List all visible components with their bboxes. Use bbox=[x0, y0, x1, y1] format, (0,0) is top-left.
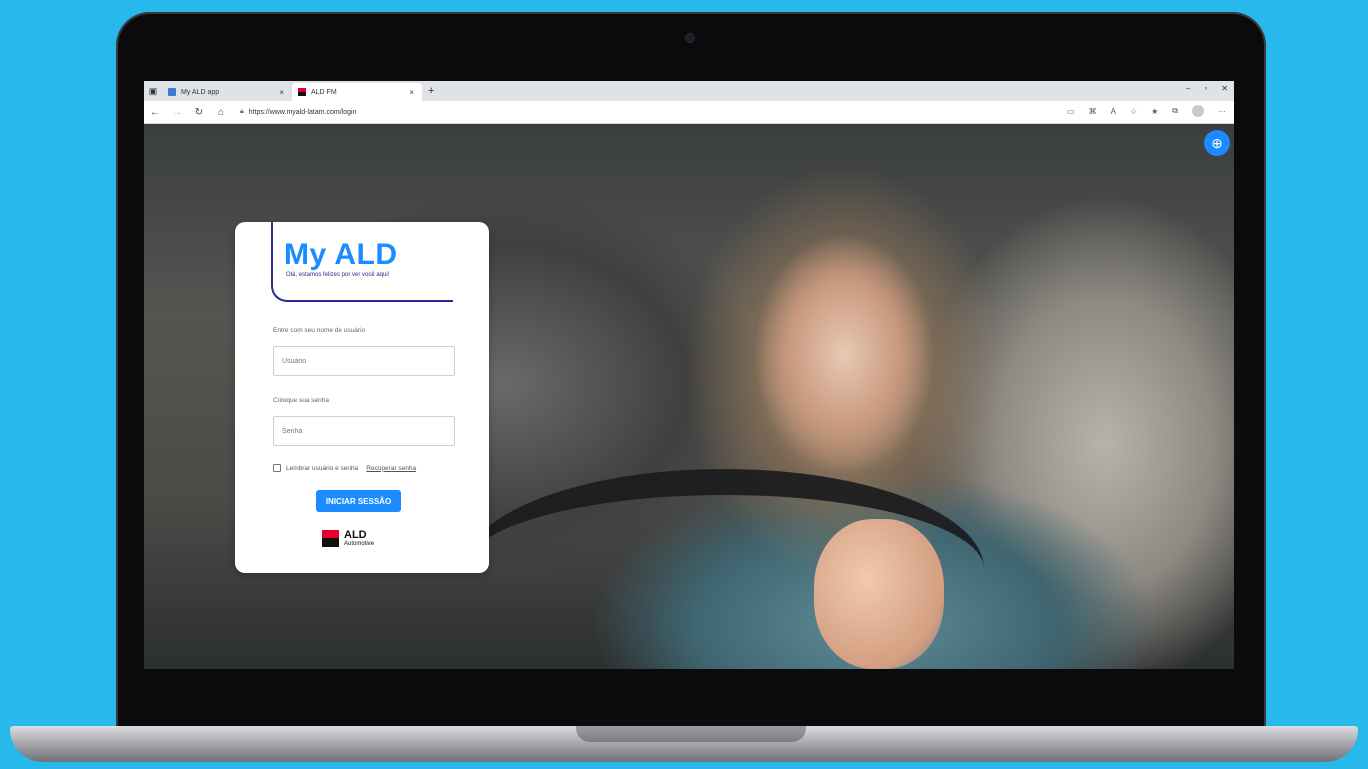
home-icon[interactable]: ⌂ bbox=[210, 107, 232, 118]
logo-line-1: ALD bbox=[344, 529, 367, 541]
browser-toolbar: ▭ ⌘ A ☆ ★ ⧉ ··· bbox=[1067, 105, 1226, 117]
remember-label: Lembrar usuário e senha bbox=[286, 464, 359, 472]
read-aloud-icon[interactable]: A bbox=[1111, 107, 1116, 116]
globe-icon[interactable]: ⊕ bbox=[1204, 130, 1230, 156]
tab-my-ald-app[interactable]: My ALD app × bbox=[162, 83, 292, 101]
password-input[interactable] bbox=[273, 416, 455, 446]
tab-label: ALD FM bbox=[311, 88, 337, 96]
username-label: Entre com seu nome de usuário bbox=[273, 327, 366, 334]
reload-icon[interactable]: ↻ bbox=[188, 107, 210, 118]
password-label: Coloque sua senha bbox=[273, 397, 330, 404]
favorites-add-icon[interactable]: ☆ bbox=[1130, 107, 1137, 116]
logo-line-2: Automotive bbox=[344, 541, 375, 547]
tab-label: My ALD app bbox=[181, 88, 220, 96]
restore-button[interactable]: ▫ bbox=[1204, 84, 1207, 93]
extensions-icon[interactable]: ⌘ bbox=[1089, 107, 1097, 116]
tab-actions-icon[interactable]: ▣ bbox=[144, 86, 162, 97]
laptop-notch bbox=[576, 726, 806, 742]
login-card: My ALD Olá, estamos felizes por ver você… bbox=[235, 222, 489, 573]
tab-close-icon[interactable]: × bbox=[279, 88, 284, 97]
remember-checkbox[interactable] bbox=[273, 464, 281, 472]
recover-password-link[interactable]: Recuperar senha bbox=[366, 465, 416, 472]
tab-favicon-icon bbox=[298, 88, 306, 96]
browser-tab-bar: ▣ My ALD app × ALD FM × + – ▫ ✕ bbox=[144, 81, 1234, 101]
minimize-button[interactable]: – bbox=[1186, 84, 1190, 93]
new-tab-button[interactable]: + bbox=[428, 85, 434, 97]
url-field[interactable]: 🔒︎ https://www.myald-latam.com/login bbox=[240, 105, 357, 119]
back-arrow-icon[interactable]: ← bbox=[144, 107, 166, 118]
laptop-screen: ▣ My ALD app × ALD FM × + – ▫ ✕ ← → ↻ ⌂ … bbox=[144, 81, 1234, 669]
tab-close-icon[interactable]: × bbox=[409, 88, 414, 97]
remember-row: Lembrar usuário e senha Recuperar senha bbox=[273, 464, 416, 472]
url-text: https://www.myald-latam.com/login bbox=[248, 108, 357, 116]
profile-avatar[interactable] bbox=[1192, 105, 1204, 117]
login-button[interactable]: INICIAR SESSÃO bbox=[316, 490, 401, 512]
menu-button[interactable]: ··· bbox=[1218, 107, 1226, 116]
ald-logo-mark bbox=[322, 530, 339, 547]
username-input[interactable] bbox=[273, 346, 455, 376]
close-window-button[interactable]: ✕ bbox=[1221, 84, 1228, 93]
favorites-icon[interactable]: ★ bbox=[1151, 107, 1158, 116]
brand-subtitle: Olá, estamos felizes por ver você aqui! bbox=[286, 272, 390, 278]
tab-favicon-icon bbox=[168, 88, 176, 96]
forward-arrow-icon[interactable]: → bbox=[166, 107, 188, 118]
login-page-background: ⊕ My ALD Olá, estamos felizes por ver vo… bbox=[144, 124, 1234, 669]
lock-icon: 🔒︎ bbox=[240, 108, 244, 115]
tab-ald-fm[interactable]: ALD FM × bbox=[292, 83, 422, 101]
ald-automotive-logo: ALD Automotive bbox=[322, 530, 374, 547]
browser-address-bar: ← → ↻ ⌂ 🔒︎ https://www.myald-latam.com/l… bbox=[144, 101, 1234, 124]
brand-title: My ALD bbox=[284, 238, 398, 271]
camera-dot bbox=[686, 34, 694, 42]
window-controls: – ▫ ✕ bbox=[1186, 84, 1228, 93]
ald-logo-text: ALD Automotive bbox=[344, 529, 375, 548]
collections-icon[interactable]: ⧉ bbox=[1172, 106, 1178, 116]
hand-image bbox=[814, 519, 944, 669]
reader-icon[interactable]: ▭ bbox=[1067, 107, 1075, 116]
